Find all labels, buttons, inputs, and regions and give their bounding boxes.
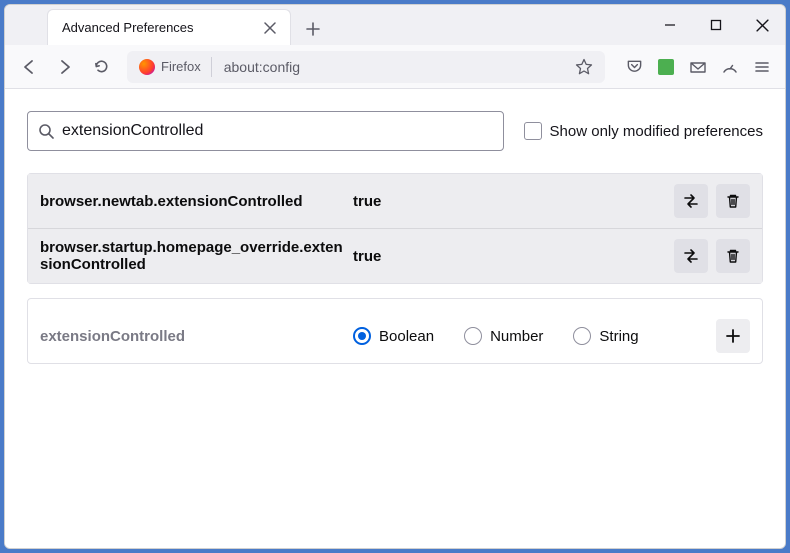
new-preference-name[interactable]: extensionControlled: [40, 328, 345, 345]
minimize-button[interactable]: [647, 5, 693, 45]
preference-row: browser.startup.homepage_override.extens…: [28, 228, 762, 283]
forward-button[interactable]: [49, 51, 81, 83]
checkbox-icon: [524, 122, 542, 140]
address-bar[interactable]: Firefox about:config: [127, 51, 605, 83]
show-only-modified-checkbox[interactable]: Show only modified preferences: [524, 122, 763, 140]
back-button[interactable]: [13, 51, 45, 83]
tab-title: Advanced Preferences: [62, 20, 260, 35]
radio-label: Boolean: [379, 328, 434, 345]
radio-label: Number: [490, 328, 543, 345]
checkbox-label: Show only modified preferences: [550, 123, 763, 140]
radio-string[interactable]: String: [573, 327, 638, 345]
pocket-icon[interactable]: [619, 52, 649, 82]
close-tab-icon[interactable]: [260, 18, 280, 38]
preference-name[interactable]: browser.newtab.extensionControlled: [40, 193, 345, 210]
about-config-content: Show only modified preferences browser.n…: [5, 89, 785, 548]
tab-bar: Advanced Preferences: [5, 5, 785, 45]
radio-boolean[interactable]: Boolean: [353, 327, 434, 345]
url-text: about:config: [218, 59, 565, 75]
extension-icon[interactable]: [651, 52, 681, 82]
search-row: Show only modified preferences: [27, 111, 763, 151]
tab-active[interactable]: Advanced Preferences: [47, 9, 291, 45]
toggle-button[interactable]: [674, 184, 708, 218]
delete-button[interactable]: [716, 184, 750, 218]
preference-row: browser.newtab.extensionControlled true: [28, 174, 762, 228]
nav-bar: Firefox about:config: [5, 45, 785, 89]
search-box[interactable]: [27, 111, 504, 151]
search-icon: [38, 123, 54, 139]
mail-icon[interactable]: [683, 52, 713, 82]
bookmark-star-icon[interactable]: [571, 58, 597, 76]
toolbar-icons: [619, 52, 777, 82]
preference-list: browser.newtab.extensionControlled true …: [27, 173, 763, 284]
radio-icon: [573, 327, 591, 345]
firefox-icon: [139, 59, 155, 75]
reload-button[interactable]: [85, 51, 117, 83]
add-button[interactable]: [716, 319, 750, 353]
radio-label: String: [599, 328, 638, 345]
preference-value[interactable]: true: [353, 193, 666, 210]
preference-value[interactable]: true: [353, 248, 666, 265]
search-input[interactable]: [62, 122, 493, 140]
delete-button[interactable]: [716, 239, 750, 273]
type-radio-group: Boolean Number String: [353, 327, 708, 345]
close-window-button[interactable]: [739, 5, 785, 45]
site-identity[interactable]: Firefox: [135, 57, 212, 77]
menu-icon[interactable]: [747, 52, 777, 82]
preference-name[interactable]: browser.startup.homepage_override.extens…: [40, 239, 345, 273]
window-controls: [647, 5, 785, 45]
maximize-button[interactable]: [693, 5, 739, 45]
radio-icon: [464, 327, 482, 345]
radio-icon: [353, 327, 371, 345]
browser-window: Advanced Preferences: [4, 4, 786, 549]
dashboard-icon[interactable]: [715, 52, 745, 82]
new-tab-button[interactable]: [297, 13, 329, 45]
new-preference-row: extensionControlled Boolean Number Strin…: [28, 309, 762, 363]
identity-label: Firefox: [161, 59, 201, 74]
radio-number[interactable]: Number: [464, 327, 543, 345]
toggle-button[interactable]: [674, 239, 708, 273]
new-preference-row-container: extensionControlled Boolean Number Strin…: [27, 298, 763, 364]
